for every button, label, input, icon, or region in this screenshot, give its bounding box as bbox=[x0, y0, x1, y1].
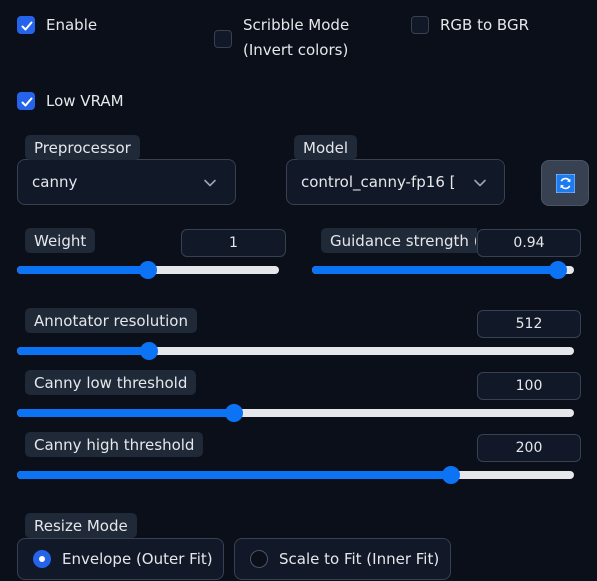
preprocessor-label: Preprocessor bbox=[25, 135, 140, 160]
rgb-to-bgr-checkbox[interactable] bbox=[411, 16, 429, 34]
weight-label: Weight bbox=[25, 228, 96, 253]
low-vram-checkbox[interactable] bbox=[17, 92, 35, 110]
resize-mode-option-label: Envelope (Outer Fit) bbox=[62, 550, 213, 568]
canny-high-threshold-slider-thumb[interactable] bbox=[442, 466, 461, 484]
checkmark-icon bbox=[21, 97, 33, 107]
chevron-down-icon bbox=[204, 179, 216, 187]
low-vram-label: Low VRAM bbox=[46, 92, 124, 110]
refresh-icon bbox=[556, 174, 575, 193]
refresh-models-button[interactable] bbox=[541, 160, 589, 206]
canny-low-threshold-slider[interactable] bbox=[17, 404, 574, 422]
canny-low-threshold-slider-thumb[interactable] bbox=[225, 404, 244, 422]
model-label: Model bbox=[294, 135, 358, 160]
resize-mode-option-envelope[interactable]: Envelope (Outer Fit) bbox=[17, 538, 224, 580]
canny-low-threshold-label: Canny low threshold bbox=[25, 370, 197, 395]
annotator-resolution-slider-fill bbox=[17, 347, 149, 355]
guidance-strength-slider[interactable] bbox=[312, 261, 574, 279]
radio-unselected-icon bbox=[250, 550, 268, 568]
annotator-resolution-input[interactable]: 512 bbox=[477, 310, 581, 338]
enable-label: Enable bbox=[46, 16, 98, 34]
radio-selected-icon bbox=[33, 550, 51, 568]
weight-slider-fill bbox=[17, 266, 148, 274]
scribble-mode-checkbox[interactable] bbox=[214, 30, 232, 48]
resize-mode-option-label: Scale to Fit (Inner Fit) bbox=[279, 550, 440, 568]
annotator-resolution-slider-thumb[interactable] bbox=[140, 342, 158, 360]
canny-high-threshold-input[interactable]: 200 bbox=[477, 434, 581, 462]
annotator-resolution-label: Annotator resolution bbox=[25, 308, 197, 333]
scribble-mode-sublabel: (Invert colors) bbox=[243, 41, 349, 59]
preprocessor-value: canny bbox=[32, 173, 78, 191]
chevron-down-icon bbox=[474, 179, 486, 187]
guidance-strength-slider-thumb[interactable] bbox=[549, 261, 568, 279]
preprocessor-dropdown[interactable]: canny bbox=[17, 159, 236, 205]
resize-mode-option-scale-to-fit[interactable]: Scale to Fit (Inner Fit) bbox=[234, 538, 451, 580]
weight-input[interactable]: 1 bbox=[181, 229, 286, 257]
model-value: control_canny-fp16 [ bbox=[301, 173, 456, 191]
canny-low-threshold-input[interactable]: 100 bbox=[477, 372, 581, 400]
canny-high-threshold-slider-fill bbox=[17, 471, 452, 479]
annotator-resolution-slider[interactable] bbox=[17, 342, 574, 360]
guidance-strength-input[interactable]: 0.94 bbox=[477, 229, 581, 257]
rgb-to-bgr-label: RGB to BGR bbox=[440, 16, 530, 34]
enable-checkbox[interactable] bbox=[17, 16, 35, 34]
guidance-strength-label: Guidance strength (T bbox=[321, 228, 477, 253]
guidance-strength-slider-fill bbox=[312, 266, 559, 274]
weight-slider[interactable] bbox=[17, 261, 279, 279]
weight-slider-thumb[interactable] bbox=[139, 261, 157, 279]
canny-high-threshold-label: Canny high threshold bbox=[25, 432, 204, 457]
model-dropdown[interactable]: control_canny-fp16 [ bbox=[286, 159, 505, 205]
scribble-mode-label: Scribble Mode bbox=[243, 16, 350, 34]
resize-mode-label: Resize Mode bbox=[25, 513, 137, 538]
canny-high-threshold-slider[interactable] bbox=[17, 466, 574, 484]
canny-low-threshold-slider-fill bbox=[17, 409, 235, 417]
checkmark-icon bbox=[21, 21, 33, 31]
